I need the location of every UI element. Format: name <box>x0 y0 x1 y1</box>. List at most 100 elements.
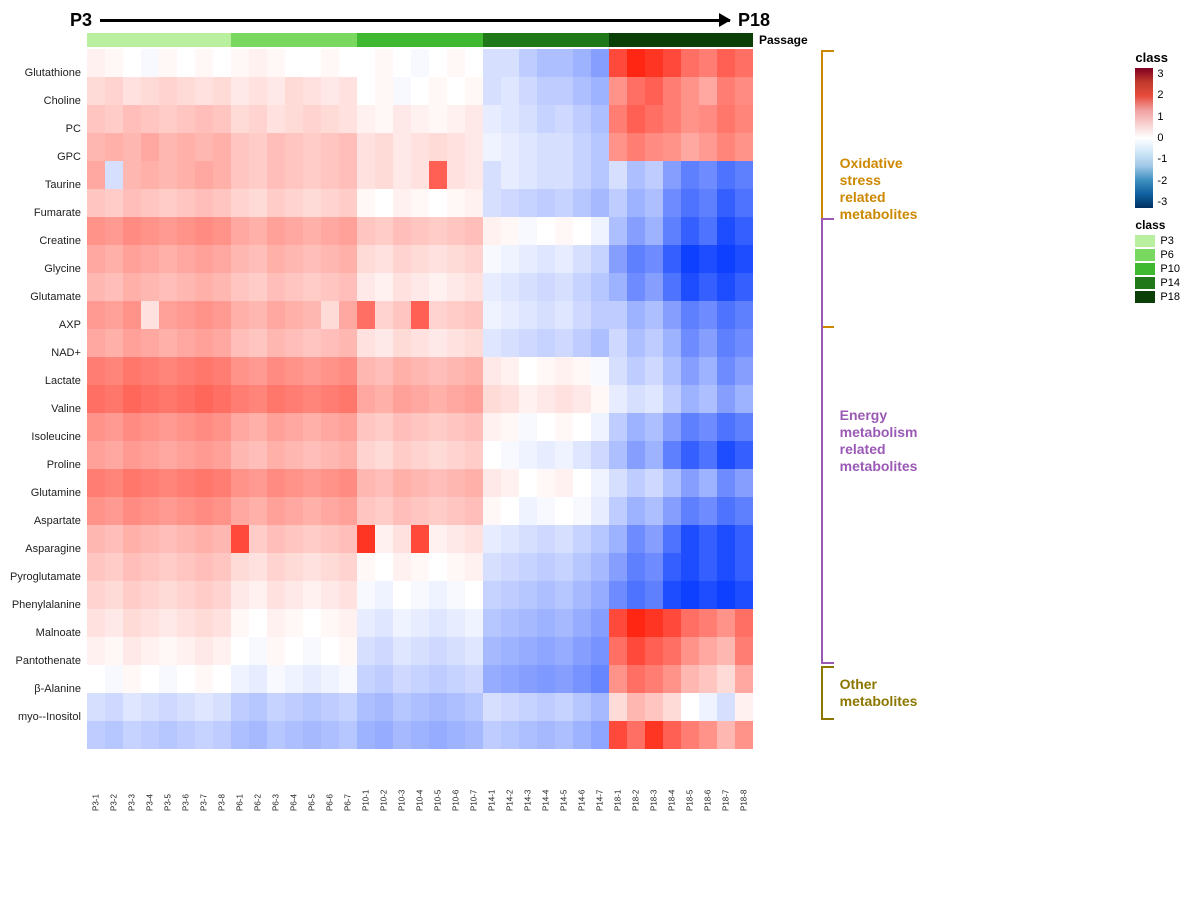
heatmap-cell <box>699 217 717 245</box>
passage-cell <box>735 33 753 47</box>
heatmap-cell <box>663 189 681 217</box>
heatmap-cell <box>87 609 105 637</box>
heatmap-cell <box>465 357 483 385</box>
heatmap-cell <box>717 105 735 133</box>
heatmap-cell <box>303 469 321 497</box>
heatmap-cell <box>447 413 465 441</box>
class-legend-item: P6 <box>1135 249 1180 261</box>
heatmap-cell <box>519 301 537 329</box>
heatmap-cell <box>357 133 375 161</box>
heatmap-cell <box>555 413 573 441</box>
heatmap-cell <box>339 553 357 581</box>
heatmap-cell <box>159 553 177 581</box>
color-bar-tick: -1 <box>1157 153 1167 165</box>
heatmap-cell <box>699 105 717 133</box>
heatmap-cell <box>537 189 555 217</box>
heatmap-cell <box>411 609 429 637</box>
heatmap-cell <box>105 385 123 413</box>
x-label: P14-7 <box>591 751 609 811</box>
heatmap-cell <box>231 413 249 441</box>
brackets-container: Oxidative stress related metabolitesEner… <box>816 33 1016 725</box>
heatmap-cell <box>699 357 717 385</box>
bracket-svg <box>818 665 836 721</box>
passage-cell <box>231 33 249 47</box>
heatmap-cell <box>645 525 663 553</box>
heatmap-cell <box>159 469 177 497</box>
heatmap-cell <box>375 357 393 385</box>
heatmap-cell <box>231 329 249 357</box>
color-bar-tick: 0 <box>1157 132 1167 144</box>
heatmap-cell <box>591 385 609 413</box>
heatmap-cell <box>303 525 321 553</box>
heatmap-cell <box>411 49 429 77</box>
heatmap-cell <box>519 525 537 553</box>
heatmap-cell <box>141 329 159 357</box>
x-label: P14-4 <box>537 751 555 811</box>
heatmap-cell <box>357 693 375 721</box>
heatmap-cell <box>303 413 321 441</box>
heatmap-cell <box>447 693 465 721</box>
heatmap-cell <box>591 441 609 469</box>
heatmap-cell <box>429 301 447 329</box>
heatmap-cell <box>573 665 591 693</box>
x-label: P14-3 <box>519 751 537 811</box>
heatmap-cell <box>303 49 321 77</box>
heatmap-cell <box>447 189 465 217</box>
heatmap-cell <box>681 301 699 329</box>
heatmap-cell <box>429 217 447 245</box>
heatmap-cell <box>429 553 447 581</box>
heatmap-cell <box>681 189 699 217</box>
heatmap-row <box>87 77 808 105</box>
heatmap-cell <box>339 105 357 133</box>
heatmap-cell <box>411 553 429 581</box>
heatmap-cell <box>141 721 159 749</box>
heatmap-cell <box>285 49 303 77</box>
heatmap-cell <box>519 357 537 385</box>
heatmap-row <box>87 273 808 301</box>
heatmap-cell <box>141 609 159 637</box>
heatmap-cell <box>213 77 231 105</box>
heatmap-row <box>87 693 808 721</box>
heatmap-cell <box>339 637 357 665</box>
heatmap-cell <box>465 105 483 133</box>
heatmap-cell <box>159 189 177 217</box>
y-label: Fumarate <box>10 199 85 227</box>
heatmap-cell <box>519 693 537 721</box>
heatmap-cell <box>537 693 555 721</box>
heatmap-cell <box>195 609 213 637</box>
heatmap-cell <box>249 49 267 77</box>
heatmap-cell <box>321 637 339 665</box>
heatmap-cell <box>609 497 627 525</box>
heatmap-cell <box>627 273 645 301</box>
heatmap-cell <box>573 385 591 413</box>
heatmap-cell <box>501 133 519 161</box>
heatmap-cell <box>735 693 753 721</box>
heatmap-cell <box>465 441 483 469</box>
heatmap-cell <box>159 693 177 721</box>
heatmap-cell <box>105 525 123 553</box>
heatmap-cell <box>321 217 339 245</box>
heatmap-cell <box>87 77 105 105</box>
x-label: P3-7 <box>195 751 213 811</box>
heatmap-cell <box>105 609 123 637</box>
heatmap-cell <box>249 497 267 525</box>
heatmap-cell <box>267 49 285 77</box>
heatmap-cell <box>591 161 609 189</box>
heatmap-cell <box>141 273 159 301</box>
heatmap-cell <box>213 329 231 357</box>
heatmap-cell <box>663 105 681 133</box>
heatmap-cell <box>717 217 735 245</box>
heatmap-cell <box>681 469 699 497</box>
heatmap-cell <box>267 413 285 441</box>
color-bar-tick: 3 <box>1157 68 1167 80</box>
heatmap-cell <box>267 525 285 553</box>
heatmap-cell <box>645 301 663 329</box>
heatmap-cell <box>375 77 393 105</box>
heatmap-cell <box>735 189 753 217</box>
heatmap-cell <box>159 273 177 301</box>
heatmap-cell <box>285 133 303 161</box>
heatmap-cell <box>249 413 267 441</box>
heatmap-cell <box>231 133 249 161</box>
heatmap-cell <box>609 525 627 553</box>
x-label: P3-5 <box>159 751 177 811</box>
